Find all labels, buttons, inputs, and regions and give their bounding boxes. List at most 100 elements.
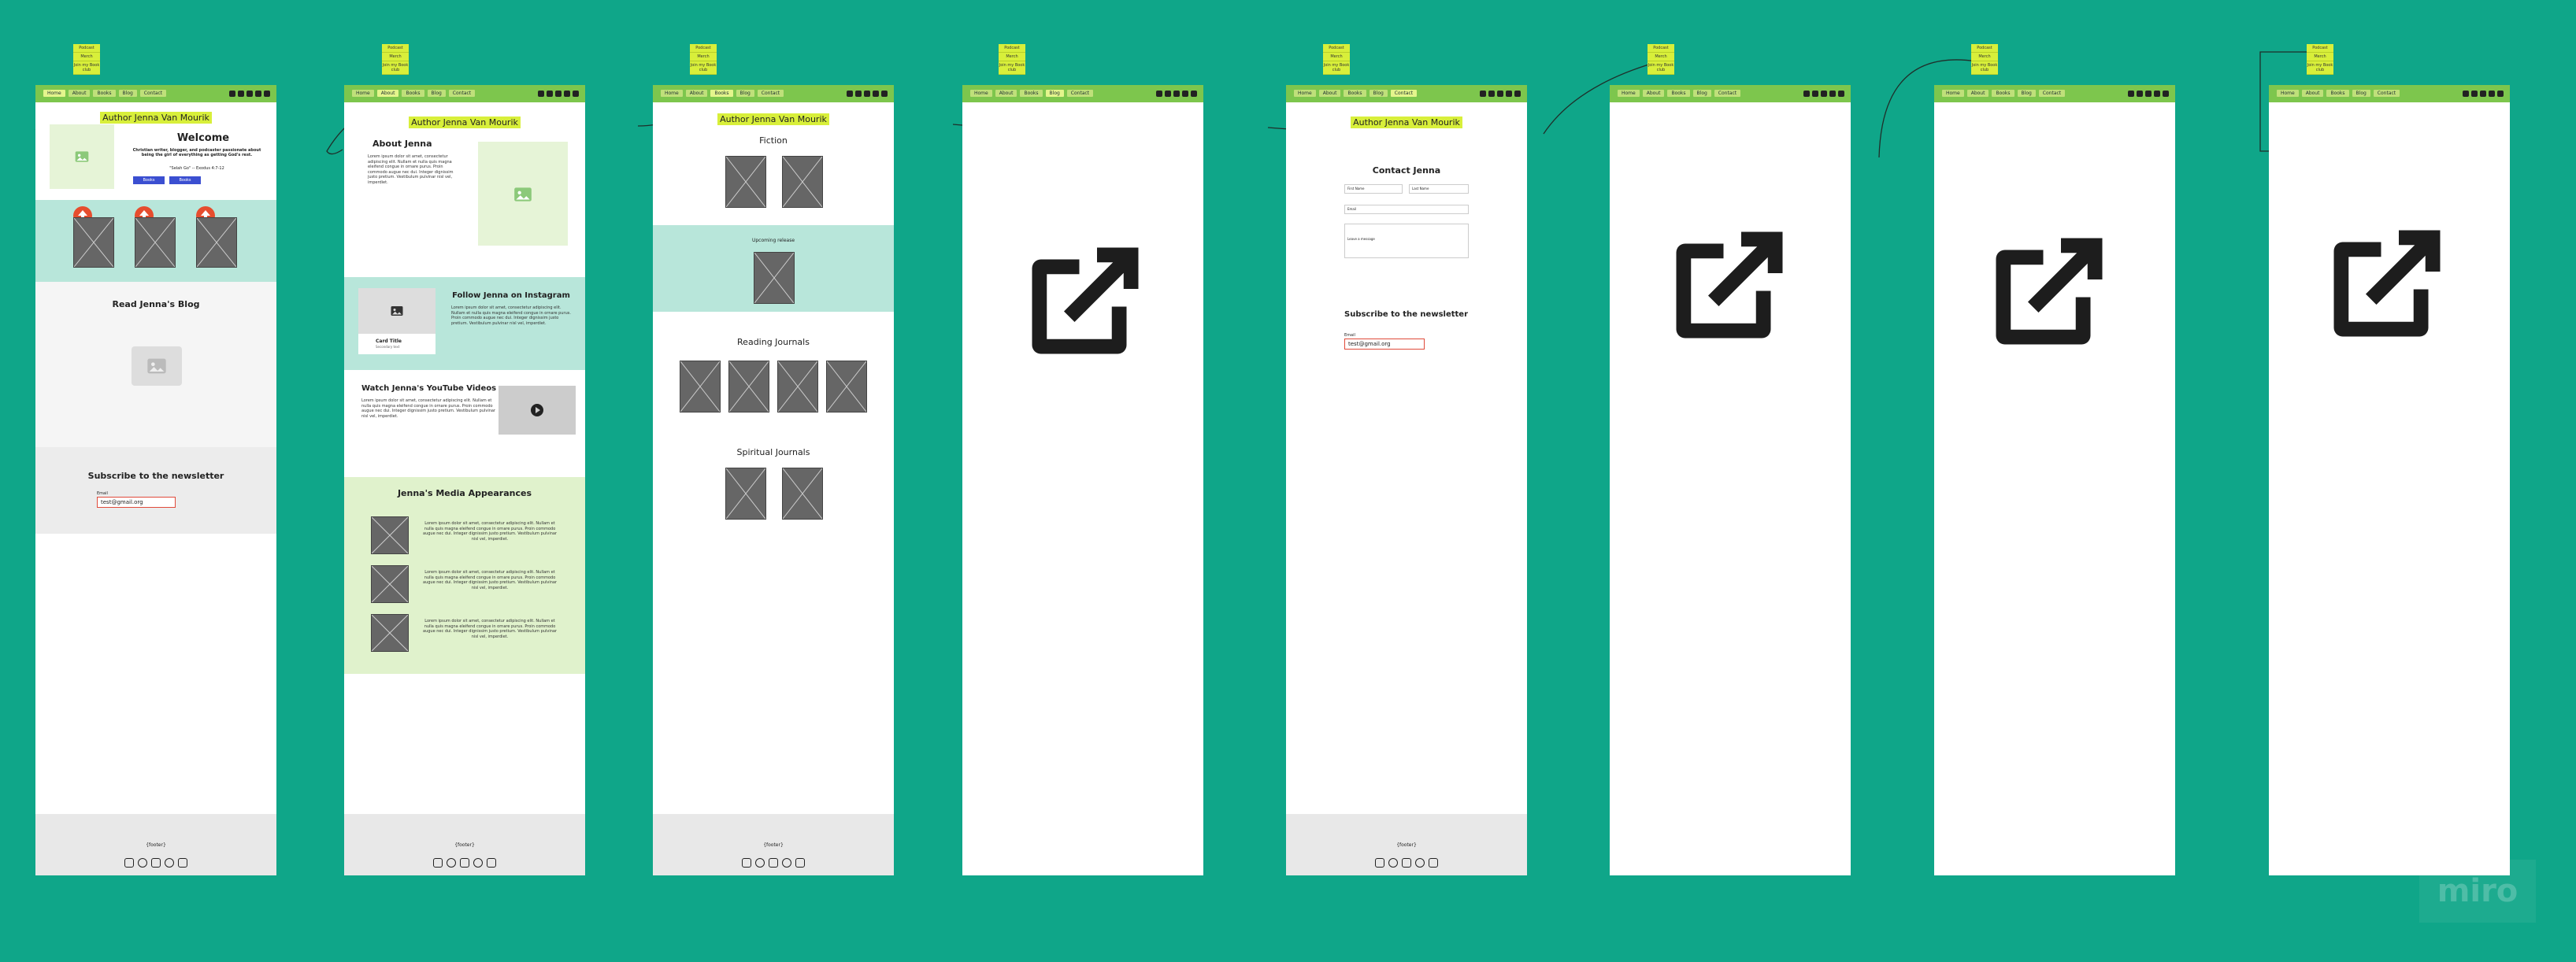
nav-contact[interactable]: Contact — [448, 90, 476, 97]
spotify-icon[interactable] — [2489, 91, 2495, 97]
facebook-icon[interactable] — [447, 858, 456, 868]
message-field[interactable]: Leave a message — [1344, 224, 1469, 258]
nav-about[interactable]: About — [1318, 90, 1341, 97]
nav-contact[interactable]: Contact — [2373, 90, 2400, 97]
book-cover-placeholder[interactable] — [728, 361, 769, 413]
nav-home[interactable]: Home — [2277, 90, 2299, 97]
nav-contact[interactable]: Contact — [1066, 90, 1094, 97]
nav-blog[interactable]: Blog — [1045, 90, 1064, 97]
youtube-icon[interactable] — [1821, 91, 1827, 97]
email-input[interactable]: test@gmail.org — [97, 497, 176, 508]
sticky-merch[interactable]: Merch — [73, 53, 100, 61]
sticky-podcast[interactable]: Podcast — [2307, 44, 2333, 53]
nav-home[interactable]: Home — [43, 90, 65, 97]
sticky-merch[interactable]: Merch — [999, 53, 1025, 61]
instagram-icon[interactable] — [1375, 858, 1384, 868]
nav-blog[interactable]: Blog — [1369, 90, 1388, 97]
instagram-icon[interactable] — [433, 858, 443, 868]
linkedin-icon[interactable] — [2163, 91, 2169, 97]
facebook-icon[interactable] — [2137, 91, 2143, 97]
linkedin-icon[interactable] — [795, 858, 805, 868]
linkedin-icon[interactable] — [881, 91, 888, 97]
sticky-podcast[interactable]: Podcast — [690, 44, 717, 53]
linkedin-icon[interactable] — [1838, 91, 1844, 97]
nav-home[interactable]: Home — [352, 90, 374, 97]
linkedin-icon[interactable] — [573, 91, 579, 97]
spotify-icon[interactable] — [2154, 91, 2160, 97]
youtube-icon[interactable] — [2480, 91, 2486, 97]
instagram-icon[interactable] — [538, 91, 544, 97]
youtube-icon[interactable] — [1402, 858, 1411, 868]
sticky-book-club[interactable]: Join my Book club — [382, 61, 409, 75]
sticky-merch[interactable]: Merch — [690, 53, 717, 61]
sticky-book-club[interactable]: Join my Book club — [73, 61, 100, 75]
sticky-podcast[interactable]: Podcast — [73, 44, 100, 53]
sticky-book-club[interactable]: Join my Book club — [999, 61, 1025, 75]
linkedin-icon[interactable] — [178, 858, 187, 868]
first-name-field[interactable]: First Name — [1344, 184, 1403, 194]
spotify-icon[interactable] — [1415, 858, 1425, 868]
nav-contact[interactable]: Contact — [139, 90, 167, 97]
book-cover-placeholder[interactable] — [725, 468, 766, 520]
linkedin-icon[interactable] — [264, 91, 270, 97]
instagram-icon[interactable] — [229, 91, 235, 97]
instagram-icon[interactable] — [2128, 91, 2134, 97]
instagram-icon[interactable] — [742, 858, 751, 868]
book-cover-placeholder[interactable] — [782, 468, 823, 520]
facebook-icon[interactable] — [755, 858, 765, 868]
email-input[interactable]: test@gmail.org — [1344, 339, 1425, 350]
nav-blog[interactable]: Blog — [1692, 90, 1711, 97]
linkedin-icon[interactable] — [487, 858, 496, 868]
sticky-podcast[interactable]: Podcast — [1648, 44, 1674, 53]
instagram-icon[interactable] — [1480, 91, 1486, 97]
sticky-book-club[interactable]: Join my Book club — [2307, 61, 2333, 75]
nav-about[interactable]: About — [995, 90, 1017, 97]
hero-button-1[interactable]: Books — [133, 176, 165, 184]
linkedin-icon[interactable] — [1429, 858, 1438, 868]
spotify-icon[interactable] — [255, 91, 261, 97]
nav-books[interactable]: Books — [1344, 90, 1366, 97]
video-thumbnail[interactable] — [499, 386, 576, 435]
nav-about[interactable]: About — [68, 90, 91, 97]
facebook-icon[interactable] — [1488, 91, 1495, 97]
sticky-book-club[interactable]: Join my Book club — [1323, 61, 1350, 75]
sticky-merch[interactable]: Merch — [2307, 53, 2333, 61]
instagram-icon[interactable] — [1803, 91, 1810, 97]
youtube-icon[interactable] — [151, 858, 161, 868]
nav-books[interactable]: Books — [1020, 90, 1043, 97]
facebook-icon[interactable] — [138, 858, 147, 868]
youtube-icon[interactable] — [864, 91, 870, 97]
nav-home[interactable]: Home — [1942, 90, 1964, 97]
instagram-icon[interactable] — [124, 858, 134, 868]
book-cover-placeholder[interactable] — [826, 361, 867, 413]
youtube-icon[interactable] — [460, 858, 469, 868]
nav-blog[interactable]: Blog — [2352, 90, 2370, 97]
facebook-icon[interactable] — [1388, 858, 1398, 868]
nav-home[interactable]: Home — [1618, 90, 1640, 97]
sticky-podcast[interactable]: Podcast — [999, 44, 1025, 53]
nav-blog[interactable]: Blog — [427, 90, 446, 97]
sticky-podcast[interactable]: Podcast — [1971, 44, 1998, 53]
linkedin-icon[interactable] — [1191, 91, 1197, 97]
book-cover-placeholder[interactable] — [73, 217, 114, 268]
nav-about[interactable]: About — [1966, 90, 1989, 97]
sticky-merch[interactable]: Merch — [1323, 53, 1350, 61]
sticky-book-club[interactable]: Join my Book club — [690, 61, 717, 75]
sticky-podcast[interactable]: Podcast — [382, 44, 409, 53]
nav-contact[interactable]: Contact — [1390, 90, 1418, 97]
book-cover-placeholder[interactable] — [782, 156, 823, 208]
instagram-icon[interactable] — [2463, 91, 2469, 97]
spotify-icon[interactable] — [1182, 91, 1188, 97]
nav-contact[interactable]: Contact — [757, 90, 784, 97]
last-name-field[interactable]: Last Name — [1409, 184, 1469, 194]
nav-about[interactable]: About — [376, 90, 399, 97]
nav-books[interactable]: Books — [2326, 90, 2349, 97]
nav-about[interactable]: About — [1642, 90, 1665, 97]
media-image-placeholder[interactable] — [371, 516, 409, 554]
sticky-podcast[interactable]: Podcast — [1323, 44, 1350, 53]
spotify-icon[interactable] — [165, 858, 174, 868]
nav-contact[interactable]: Contact — [2038, 90, 2066, 97]
nav-about[interactable]: About — [2301, 90, 2324, 97]
book-cover-placeholder[interactable] — [777, 361, 818, 413]
youtube-icon[interactable] — [1497, 91, 1503, 97]
